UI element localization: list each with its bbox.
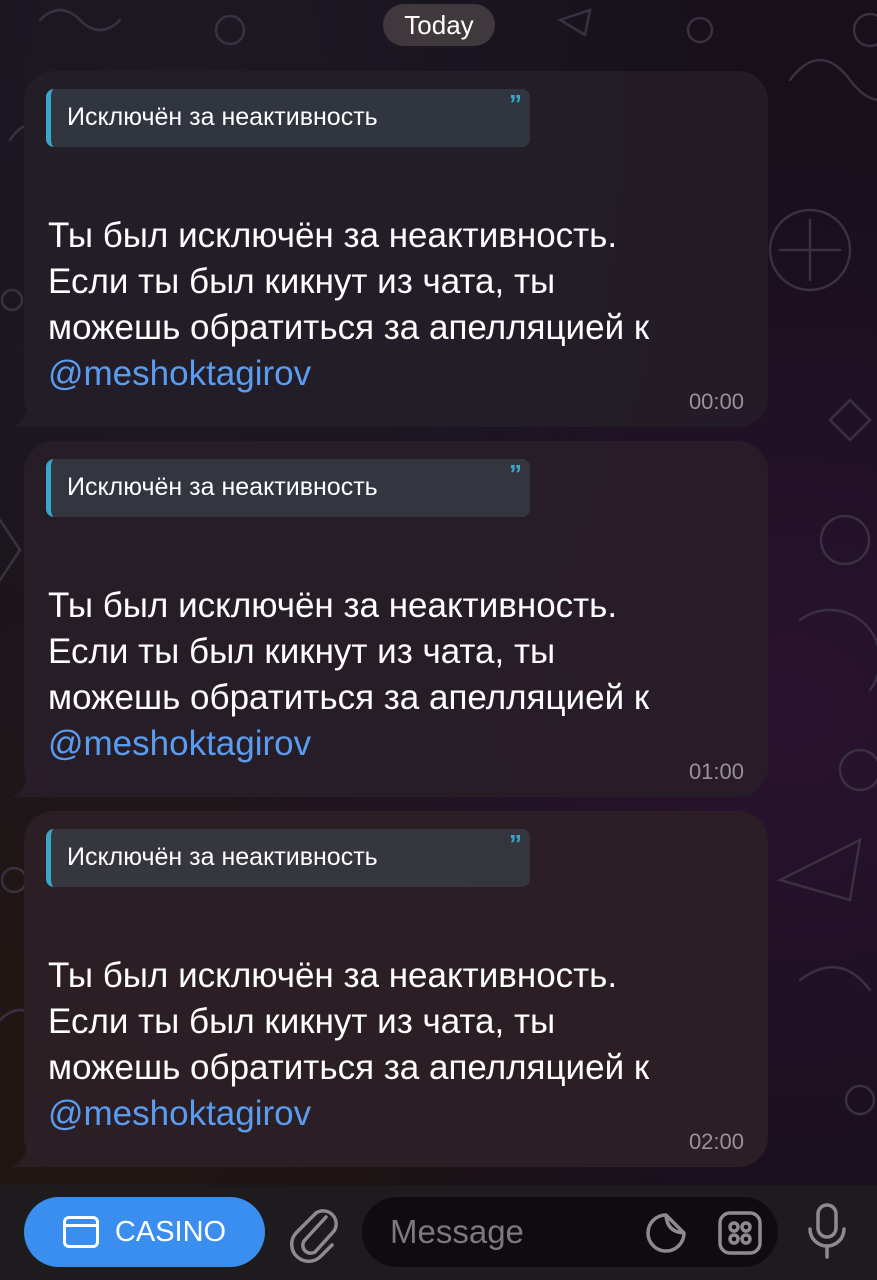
message-line: Если ты был кикнут из чата, ты xyxy=(48,262,556,301)
bubble-tail xyxy=(12,763,46,797)
casino-web-app-button[interactable]: CASINO xyxy=(24,1197,265,1267)
quote-text: Исключён за неактивность xyxy=(67,473,378,501)
quote-text: Исключён за неактивность xyxy=(67,103,378,131)
mention-link[interactable]: @meshoktagirov xyxy=(48,721,748,767)
message-bubble[interactable]: Исключён за неактивность ” Ты был исключ… xyxy=(12,441,768,797)
bubble-tail xyxy=(12,1133,46,1167)
mention-link[interactable]: @meshoktagirov xyxy=(48,1091,748,1137)
casino-button-label: CASINO xyxy=(114,1215,227,1248)
message-line: можешь обратиться за апелляцией к xyxy=(48,1048,650,1087)
message-text: Ты был исключён за неактивность. Если ты… xyxy=(48,953,748,1137)
paperclip-icon[interactable] xyxy=(286,1203,342,1263)
quote-text: Исключён за неактивность xyxy=(67,843,378,871)
message-line: Если ты был кикнут из чата, ты xyxy=(48,1002,556,1041)
microphone-icon[interactable] xyxy=(806,1201,848,1263)
reply-quote[interactable]: Исключён за неактивность ” xyxy=(46,89,530,147)
reply-quote[interactable]: Исключён за неактивность ” xyxy=(46,459,530,517)
message-input-bar: CASINO Message xyxy=(0,1185,877,1280)
quote-icon: ” xyxy=(509,459,522,489)
message-bubble[interactable]: Исключён за неактивность ” Ты был исключ… xyxy=(12,71,768,427)
message-bubble[interactable]: Исключён за неактивность ” Ты был исключ… xyxy=(12,811,768,1167)
message-line: можешь обратиться за апелляцией к xyxy=(48,678,650,717)
message-line: Ты был исключён за неактивность. xyxy=(48,216,618,255)
emoji-grid-icon[interactable] xyxy=(717,1210,763,1256)
bubble-tail xyxy=(12,393,46,427)
date-separator: Today xyxy=(383,4,495,46)
message-text: Ты был исключён за неактивность. Если ты… xyxy=(48,583,748,767)
message-line: можешь обратиться за апелляцией к xyxy=(48,308,650,347)
message-line: Ты был исключён за неактивность. xyxy=(48,586,618,625)
message-time: 00:00 xyxy=(688,389,744,414)
reply-quote[interactable]: Исключён за неактивность ” xyxy=(46,829,530,887)
message-line: Если ты был кикнут из чата, ты xyxy=(48,632,556,671)
message-input[interactable]: Message xyxy=(362,1197,778,1267)
quote-icon: ” xyxy=(509,829,522,859)
mention-link[interactable]: @meshoktagirov xyxy=(48,351,748,397)
quote-icon: ” xyxy=(509,89,522,119)
app-window-icon xyxy=(62,1216,99,1248)
message-time: 01:00 xyxy=(688,759,744,784)
message-line: Ты был исключён за неактивность. xyxy=(48,956,618,995)
sticker-icon[interactable] xyxy=(645,1212,687,1254)
message-text: Ты был исключён за неактивность. Если ты… xyxy=(48,213,748,397)
message-placeholder: Message xyxy=(390,1213,524,1250)
message-time: 02:00 xyxy=(688,1129,744,1154)
